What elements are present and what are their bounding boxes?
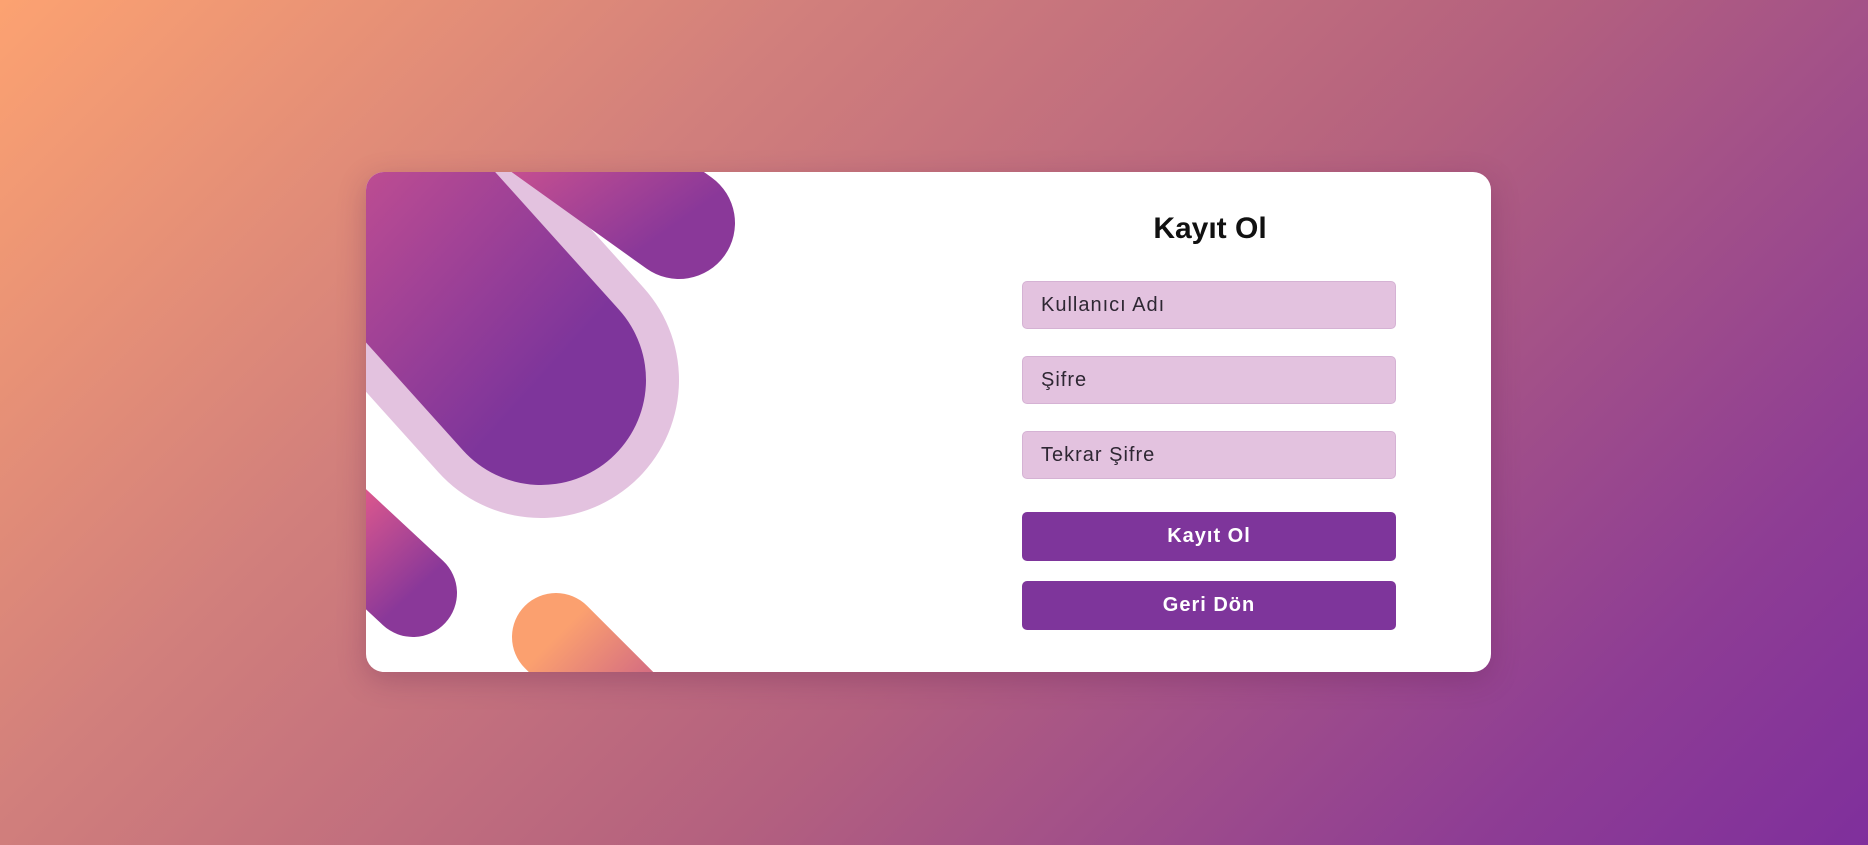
password-repeat-input[interactable] — [1022, 431, 1396, 479]
small-pill-shape — [366, 489, 457, 637]
password-input[interactable] — [1022, 356, 1396, 404]
register-form: Kayıt Ol Kayıt Ol Geri Dön — [1022, 172, 1398, 672]
orange-pill-shape — [512, 593, 654, 672]
register-button[interactable]: Kayıt Ol — [1022, 512, 1396, 561]
form-title: Kayıt Ol — [1153, 212, 1267, 245]
back-button[interactable]: Geri Dön — [1022, 581, 1396, 630]
username-input[interactable] — [1022, 281, 1396, 329]
register-card: Kayıt Ol Kayıt Ol Geri Dön — [366, 172, 1491, 672]
large-pill-shape — [366, 172, 646, 485]
decorative-shapes — [366, 172, 735, 672]
